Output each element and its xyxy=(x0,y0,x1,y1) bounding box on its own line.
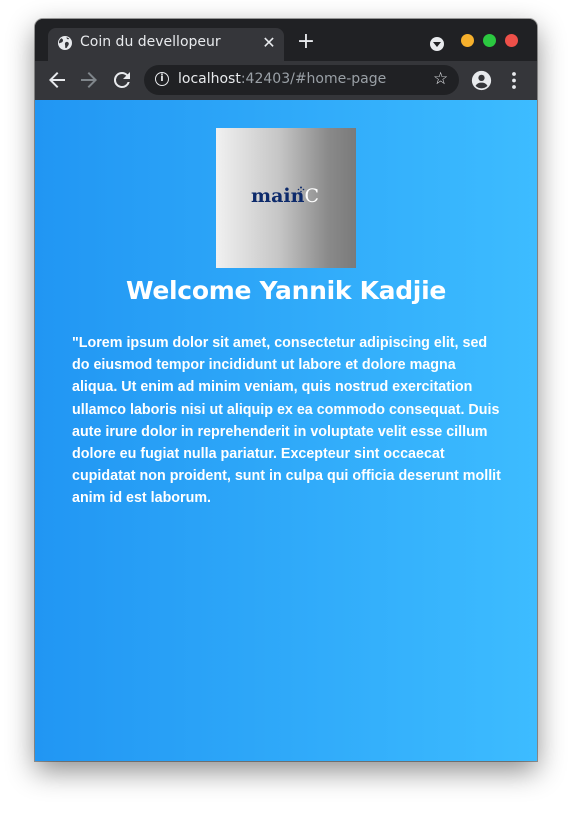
browser-window: Coin du devellopeur ✕ + i localhost:4240… xyxy=(35,19,537,761)
reload-icon[interactable] xyxy=(110,68,134,92)
welcome-heading: Welcome Yannik Kadjie xyxy=(125,276,447,305)
arrow-right-icon[interactable] xyxy=(77,68,101,92)
logo-text-suffix: C xyxy=(304,185,319,207)
tab-strip: Coin du devellopeur ✕ + xyxy=(35,19,537,61)
minimize-button[interactable] xyxy=(461,34,474,47)
sparkle-icon xyxy=(297,186,305,195)
browser-toolbar: i localhost:42403/#home-page ☆ xyxy=(35,61,537,100)
star-icon[interactable]: ☆ xyxy=(433,69,448,89)
info-icon[interactable]: i xyxy=(155,72,169,86)
chevron-down-icon[interactable] xyxy=(430,37,444,51)
arrow-left-icon[interactable] xyxy=(45,68,69,92)
maximize-button[interactable] xyxy=(483,34,496,47)
tab-active[interactable]: Coin du devellopeur ✕ xyxy=(48,28,284,61)
logo-text: mainC xyxy=(251,185,319,207)
url-path: :42403/#home-page xyxy=(240,71,387,87)
account-icon[interactable] xyxy=(471,70,492,91)
plus-icon[interactable]: + xyxy=(295,31,317,54)
globe-icon xyxy=(58,36,72,50)
intro-paragraph: "Lorem ipsum dolor sit amet, consectetur… xyxy=(72,335,501,507)
address-bar[interactable]: i localhost:42403/#home-page ☆ xyxy=(144,65,459,95)
tab-title: Coin du devellopeur xyxy=(80,34,221,50)
logo: mainC xyxy=(216,128,356,268)
url-host: localhost xyxy=(178,71,241,87)
url-text[interactable]: localhost:42403/#home-page xyxy=(178,71,386,87)
close-icon[interactable]: ✕ xyxy=(261,34,277,52)
page-content: mainC Welcome Yannik Kadjie "Lorem ipsum… xyxy=(35,100,537,761)
window-close-button[interactable] xyxy=(505,34,518,47)
kebab-menu-icon[interactable] xyxy=(507,70,521,91)
